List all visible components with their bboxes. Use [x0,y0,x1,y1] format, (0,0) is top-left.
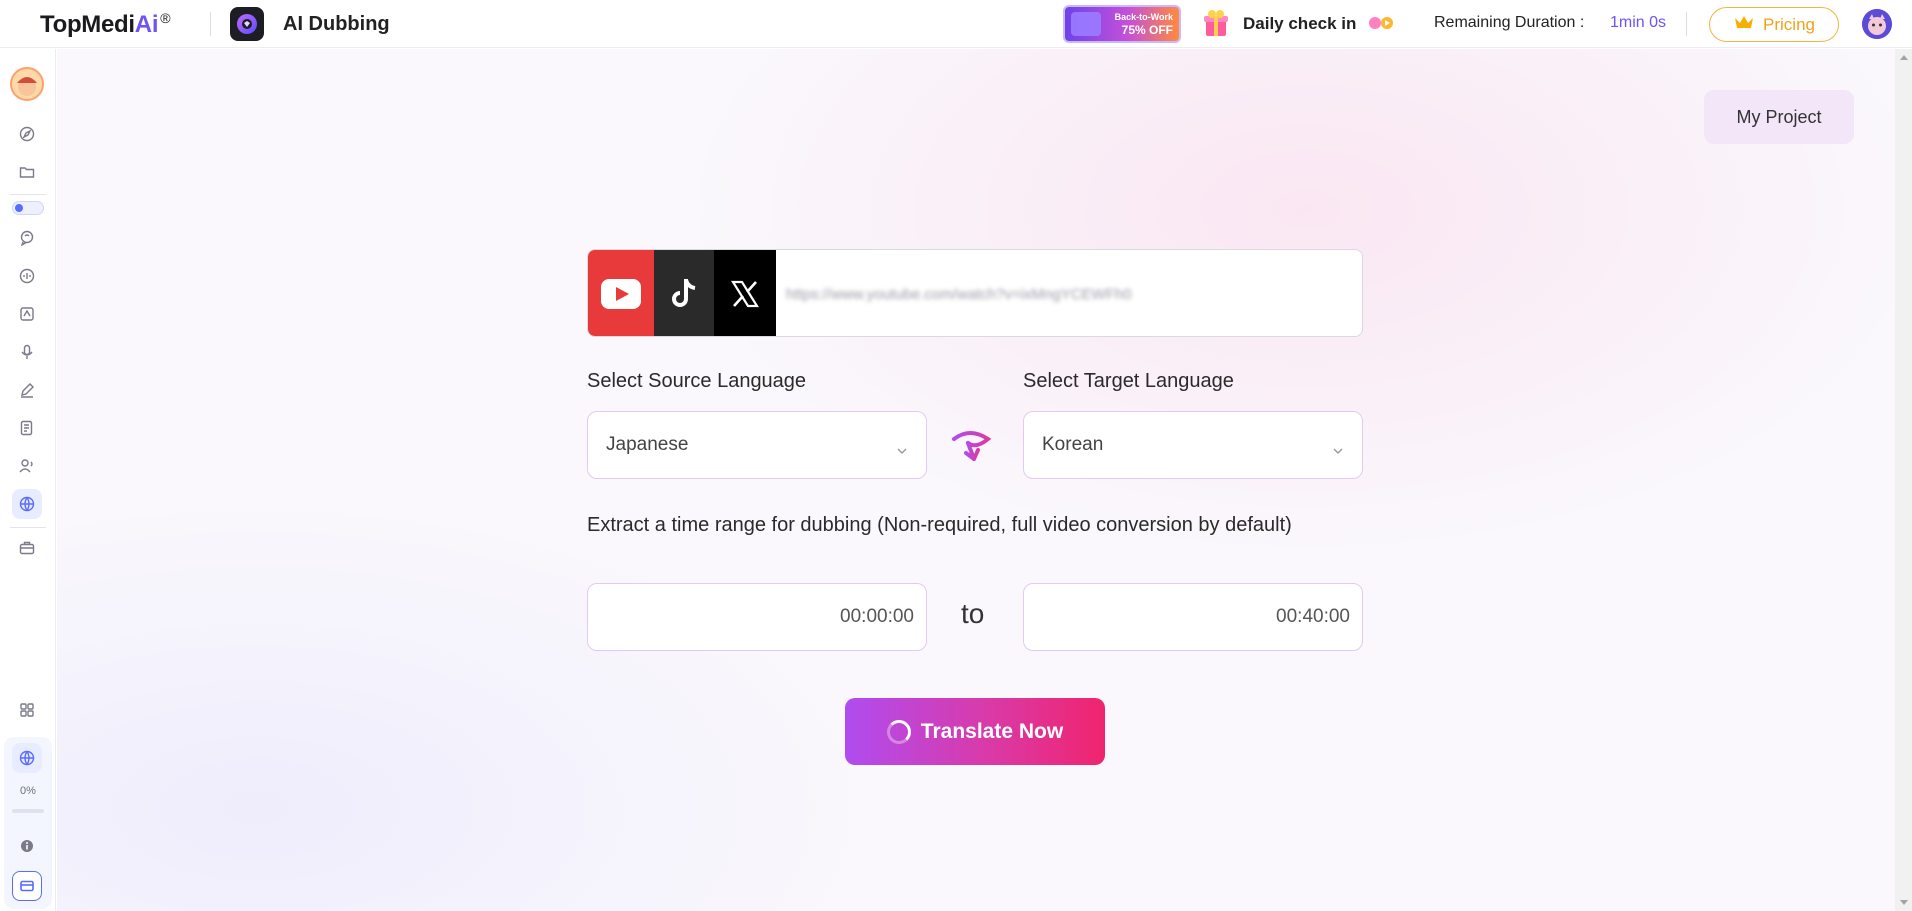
header-divider [210,12,211,36]
globe-icon[interactable] [12,489,42,519]
main-content [57,49,1895,911]
sidebar-toggle[interactable] [12,201,44,215]
scroll-down-icon[interactable] [1900,900,1908,905]
sidebar-progress-text: 0% [20,785,36,797]
toolbox-icon[interactable] [12,533,42,563]
folder-icon[interactable] [12,157,42,187]
target-language-label: Select Target Language [1023,370,1234,392]
sidebar: 0% [0,49,56,911]
info-icon[interactable] [12,831,42,861]
chevron-down-icon [896,439,908,461]
loading-spinner-icon [886,719,911,744]
sidebar-avatar[interactable] [10,67,44,101]
vertical-scrollbar[interactable] [1895,49,1912,911]
brand-name: TopMedi [40,11,135,38]
remaining-duration-value: 1min 0s [1610,14,1667,31]
top-bar: TopMediAi ® AI Dubbing Back-to-Work 75% O… [0,0,1912,48]
waveform-icon[interactable] [12,261,42,291]
card-icon[interactable] [12,871,42,901]
brand-ai: Ai [134,11,159,38]
source-language-value: Japanese [606,434,689,455]
pricing-label: Pricing [1763,14,1815,34]
source-language-select[interactable]: Japanese [587,411,927,479]
apps-grid-icon[interactable] [12,695,42,725]
compass-icon[interactable] [12,119,42,149]
user-voice-icon[interactable] [12,451,42,481]
chevron-down-icon [1332,439,1344,461]
brand-registered: ® [160,10,171,26]
gift-icon[interactable] [1203,8,1229,38]
remaining-duration-label: Remaining Duration : [1434,14,1585,31]
to-label: to [961,598,985,629]
globe-icon[interactable] [12,743,42,773]
sidebar-progress-bar [12,809,44,813]
video-url-input[interactable] [786,276,1346,312]
notes-icon[interactable] [12,413,42,443]
target-language-select[interactable]: Korean [1023,411,1363,479]
header-divider [1686,12,1687,36]
daily-checkin-link[interactable]: Daily check in [1243,14,1356,34]
coin-icon [1368,16,1394,30]
user-avatar[interactable] [1862,9,1892,39]
youtube-icon[interactable] [588,250,654,336]
voice-chat-icon[interactable] [12,223,42,253]
sidebar-divider [10,527,46,528]
translate-now-label: Translate Now [920,719,1064,743]
ai-dubbing-logo-icon [230,7,264,41]
end-time-value: 00:40:00 [1276,606,1350,627]
start-time-value: 00:00:00 [840,606,914,627]
source-language-label: Select Source Language [587,370,807,392]
pen-icon[interactable] [12,375,42,405]
promo-banner[interactable]: Back-to-Work 75% OFF [1063,5,1181,43]
pricing-button[interactable]: Pricing [1709,7,1839,42]
start-time-input[interactable]: 00:00:00 [587,583,927,651]
end-time-input[interactable]: 00:40:00 [1023,583,1363,651]
time-range-label: Extract a time range for dubbing (Non-re… [587,514,1292,536]
swap-languages-icon[interactable] [948,425,998,465]
target-language-value: Korean [1042,434,1104,455]
app-title: AI Dubbing [283,13,390,35]
my-project-button[interactable]: My Project [1704,90,1854,144]
x-twitter-icon[interactable] [714,250,776,336]
microphone-icon[interactable] [12,337,42,367]
promo-gift-icon [1071,12,1101,36]
tiktok-icon[interactable] [654,250,714,336]
crown-icon [1733,14,1755,35]
document-ai-icon[interactable] [12,299,42,329]
url-input-box [587,249,1363,337]
brand-logo[interactable]: TopMediAi ® [40,10,171,39]
scroll-up-icon[interactable] [1900,55,1908,60]
sidebar-divider [10,194,46,195]
translate-now-button[interactable]: Translate Now [845,698,1105,765]
